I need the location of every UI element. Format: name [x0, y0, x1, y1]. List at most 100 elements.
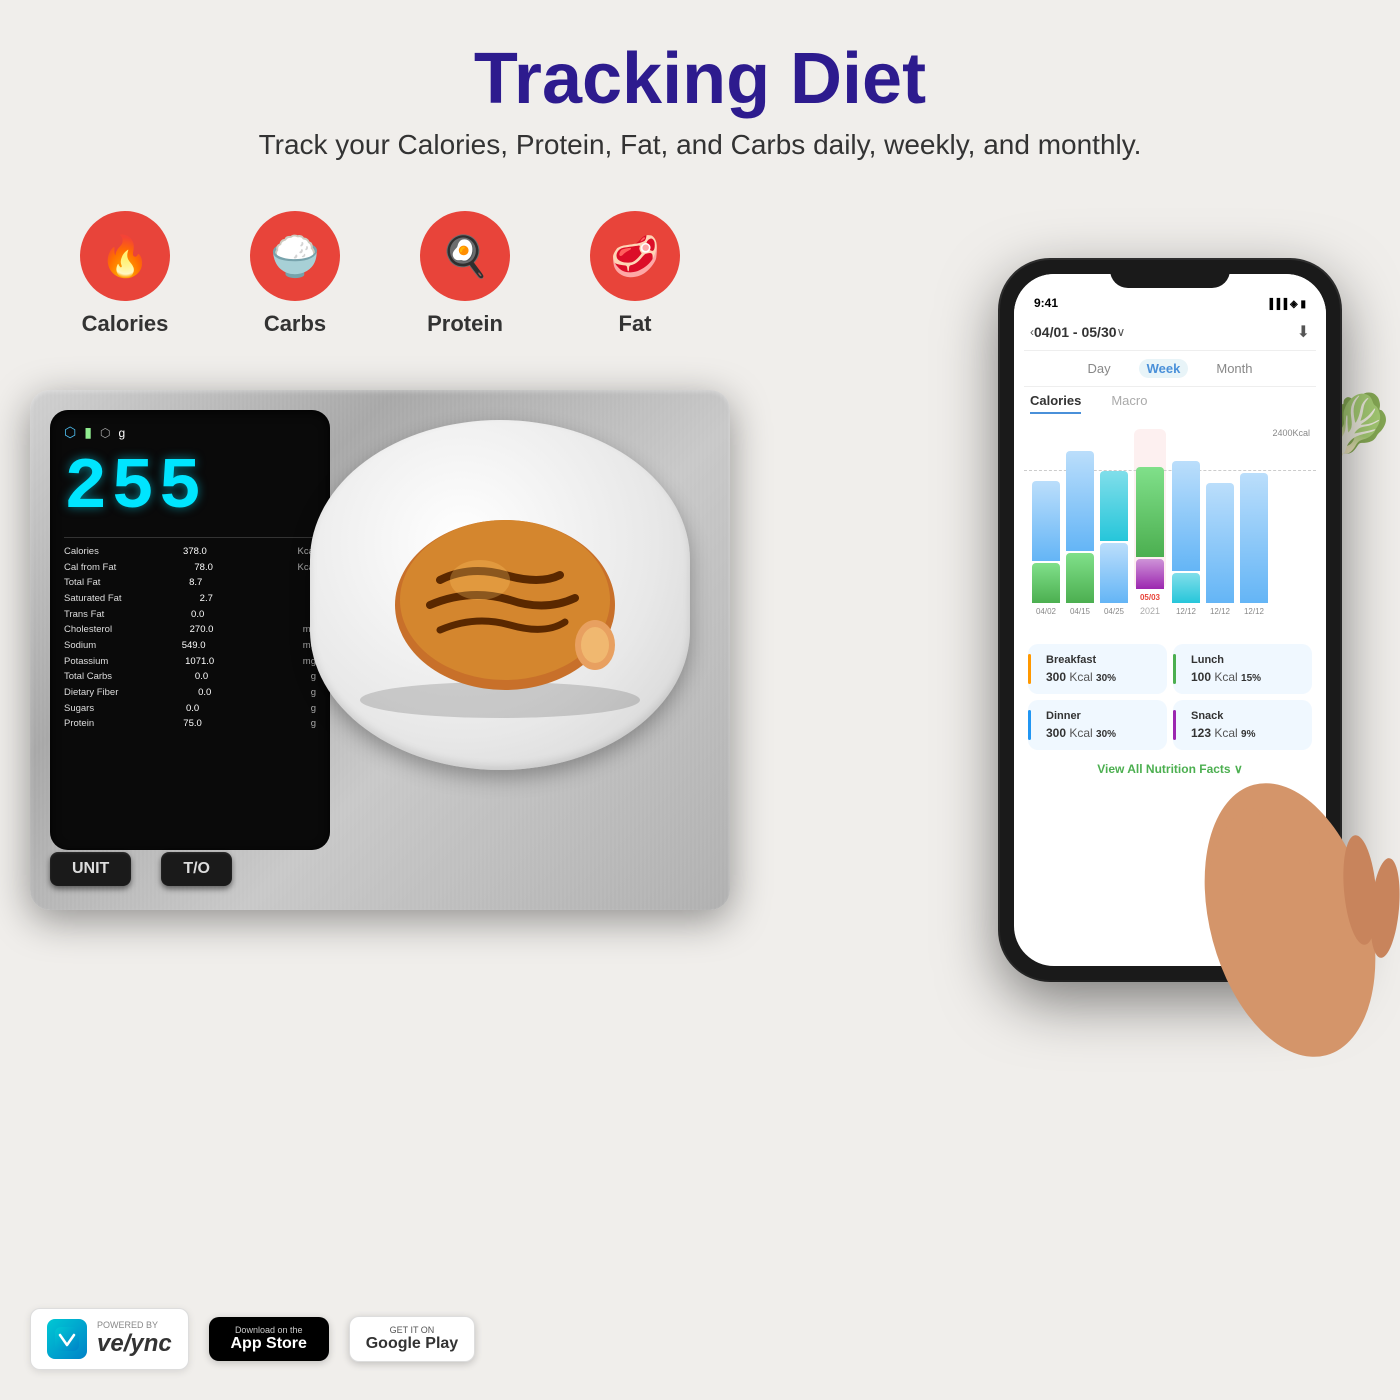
- calories-icon: 🔥: [80, 211, 170, 301]
- tab-macro[interactable]: Macro: [1111, 393, 1147, 414]
- nut-totalfat-label: Total Fat: [64, 575, 100, 591]
- bar-blue-0415: [1066, 451, 1094, 551]
- footer: POWERED BY ve/ync Download on the App St…: [30, 1308, 475, 1370]
- nut-satfat-value: 2.7: [200, 591, 213, 607]
- bar-teal-1212a: [1172, 573, 1200, 603]
- nut-calories-value: 378.0: [183, 544, 207, 560]
- vesync-text: POWERED BY ve/ync: [97, 1320, 172, 1358]
- nut-fiber-value: 0.0: [198, 685, 211, 701]
- nutrition-row-sugars: Sugars 0.0 g: [64, 701, 316, 717]
- bar-green-0415: [1066, 553, 1094, 603]
- chart-max-label: 2400Kcal: [1272, 428, 1310, 438]
- nutrition-row-sodium: Sodium 549.0 mg: [64, 638, 316, 654]
- nut-chol-value: 270.0: [190, 622, 214, 638]
- carbs-label: Carbs: [264, 311, 326, 337]
- vesync-icon: [47, 1319, 87, 1359]
- app-store-top-text: Download on the: [235, 1325, 303, 1335]
- nutrition-row-potassium: Potassium 1071.0 mg: [64, 654, 316, 670]
- bar-blue-0425: [1100, 543, 1128, 603]
- cube-icon: ⬡: [100, 426, 110, 440]
- bar-blue-0402: [1032, 481, 1060, 561]
- year-label: 2021: [1140, 606, 1160, 616]
- nutrition-row-chol: Cholesterol 270.0 mg: [64, 622, 316, 638]
- period-tabs: Day Week Month: [1024, 351, 1316, 387]
- weight-reading: 255: [64, 447, 316, 529]
- nut-potassium-label: Potassium: [64, 654, 108, 670]
- carbs-icon-item: 🍚 Carbs: [250, 211, 340, 337]
- bar-group-1212b: 12/12: [1206, 443, 1234, 616]
- nut-totalfat-value: 8.7: [189, 575, 202, 591]
- status-time: 9:41: [1034, 296, 1058, 310]
- date-range-label: 04/01 - 05/30: [1034, 324, 1117, 340]
- carbs-icon: 🍚: [250, 211, 340, 301]
- fat-icon-item: 🥩 Fat: [590, 211, 680, 337]
- nut-sodium-label: Sodium: [64, 638, 96, 654]
- chicken-illustration: [350, 460, 650, 730]
- protein-label: Protein: [427, 311, 503, 337]
- app-store-name: App Store: [230, 1335, 306, 1353]
- chevron-down-icon[interactable]: ∨: [1117, 325, 1126, 339]
- nutrition-row-calories: Calories 378.0 Kcal: [64, 544, 316, 560]
- fat-label: Fat: [619, 311, 652, 337]
- divider: [64, 537, 316, 538]
- google-play-name: Google Play: [366, 1335, 458, 1353]
- unit-g-label: g: [118, 426, 125, 440]
- google-play-badge[interactable]: GET IT ON Google Play: [349, 1316, 475, 1362]
- tab-day[interactable]: Day: [1080, 359, 1119, 378]
- app-store-badge[interactable]: Download on the App Store: [209, 1317, 329, 1361]
- download-icon[interactable]: ⬇: [1297, 322, 1310, 342]
- bar-group-0503: 05/03 2021: [1134, 429, 1166, 616]
- app-header: ‹ 04/01 - 05/30 ∨ ⬇: [1024, 314, 1316, 351]
- nutrition-row-fiber: Dietary Fiber 0.0 g: [64, 685, 316, 701]
- bar-blue-1212a: [1172, 461, 1200, 571]
- nut-sugars-label: Sugars: [64, 701, 94, 717]
- bar-group-1212a: 12/12: [1172, 443, 1200, 616]
- nut-fiber-label: Dietary Fiber: [64, 685, 118, 701]
- nutrition-row-totalfat: Total Fat 8.7 g: [64, 575, 316, 591]
- phone-container: 9:41 ▐▐▐ ◈ ▮ ‹ 04/01 - 05/30 ∨ ⬇: [1000, 260, 1380, 1020]
- plate: [310, 420, 690, 770]
- nut-totalcarbs-value: 0.0: [195, 669, 208, 685]
- tab-calories[interactable]: Calories: [1030, 393, 1081, 414]
- date-label-0425: 04/25: [1104, 607, 1124, 616]
- food-plate-area: [310, 420, 710, 860]
- breakfast-color-bar: [1028, 654, 1031, 684]
- date-label-0415: 04/15: [1070, 607, 1090, 616]
- nut-sugars-value: 0.0: [186, 701, 199, 717]
- fat-icon: 🥩: [590, 211, 680, 301]
- page-subtitle: Track your Calories, Protein, Fat, and C…: [20, 129, 1380, 161]
- google-play-top-text: GET IT ON: [390, 1325, 435, 1335]
- calories-label: Calories: [82, 311, 169, 337]
- nutrition-list: Calories 378.0 Kcal Cal from Fat 78.0 Kc…: [64, 544, 316, 732]
- dinner-color-bar: [1028, 710, 1031, 740]
- hand-illustration: [1130, 660, 1400, 1080]
- phone-notch: [1110, 260, 1230, 288]
- calories-icon-item: 🔥 Calories: [80, 211, 170, 337]
- main-content: ⬡ ▮ ⬡ g 255 Calories 378.0 Kcal Cal from…: [0, 220, 1400, 1400]
- date-label-0402: 04/02: [1036, 607, 1056, 616]
- date-label-1212b: 12/12: [1210, 607, 1230, 616]
- bar-green-0402: [1032, 563, 1060, 603]
- nut-protein-value: 75.0: [183, 716, 202, 732]
- tab-week[interactable]: Week: [1139, 359, 1189, 378]
- vesync-badge: POWERED BY ve/ync: [30, 1308, 189, 1370]
- vesync-logo-icon: [53, 1325, 81, 1353]
- date-label-1212a: 12/12: [1176, 607, 1196, 616]
- nut-protein-label: Protein: [64, 716, 94, 732]
- nut-calfat-label: Cal from Fat: [64, 560, 116, 576]
- power-tare-button[interactable]: T/O: [161, 852, 232, 886]
- chart-bars: 04/02 04/15: [1028, 436, 1312, 616]
- nutrition-row-satfat: Saturated Fat 2.7 g: [64, 591, 316, 607]
- unit-button[interactable]: UNIT: [50, 852, 131, 886]
- date-label-0503: 05/03: [1140, 593, 1160, 602]
- bar-blue-1212b: [1206, 483, 1234, 603]
- powered-by-label: POWERED BY: [97, 1320, 172, 1330]
- bar-group-0402: 04/02: [1032, 443, 1060, 616]
- nut-potassium-value: 1071.0: [185, 654, 214, 670]
- nutrition-row-transfat: Trans Fat 0.0 g: [64, 607, 316, 623]
- nut-sodium-value: 549.0: [182, 638, 206, 654]
- nut-calories-label: Calories: [64, 544, 99, 560]
- nut-totalcarbs-label: Total Carbs: [64, 669, 112, 685]
- nut-chol-label: Cholesterol: [64, 622, 112, 638]
- tab-month[interactable]: Month: [1208, 359, 1260, 378]
